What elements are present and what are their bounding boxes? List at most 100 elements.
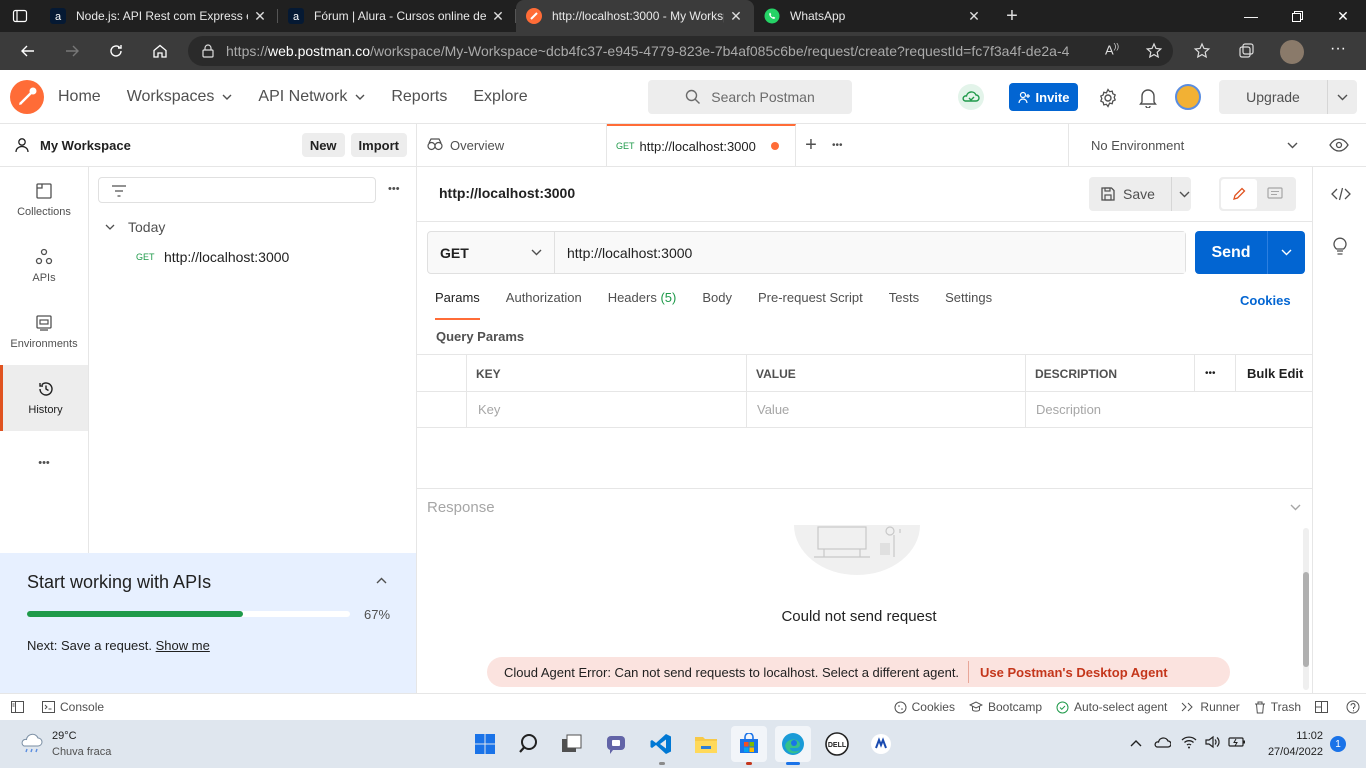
eye-icon[interactable] <box>1329 138 1349 152</box>
filter-input[interactable] <box>98 177 376 203</box>
tab-authorization[interactable]: Authorization <box>506 290 582 320</box>
onedrive-icon[interactable] <box>1153 736 1171 748</box>
chevron-up-icon[interactable] <box>376 577 387 584</box>
browser-menu-icon[interactable]: ··· <box>1330 40 1346 58</box>
battery-icon[interactable] <box>1228 736 1246 748</box>
sidebar-item-history[interactable]: History <box>0 365 88 431</box>
browser-tab[interactable]: a Fórum | Alura - Cursos online de tecno… <box>278 0 516 32</box>
new-button[interactable]: New <box>301 133 345 157</box>
close-icon[interactable]: ✕ <box>728 8 744 25</box>
store-icon[interactable] <box>731 726 767 762</box>
show-me-link[interactable]: Show me <box>156 638 210 653</box>
history-item[interactable]: GET http://localhost:3000 <box>136 249 289 265</box>
help-icon[interactable] <box>1346 700 1360 714</box>
new-tab-button[interactable]: + <box>992 5 1032 28</box>
environment-select[interactable]: No Environment <box>1068 124 1312 167</box>
search-input[interactable]: Search Postman <box>648 80 852 114</box>
console-button[interactable]: Console <box>42 700 104 714</box>
tab-body[interactable]: Body <box>702 290 732 320</box>
collections-browser-icon[interactable] <box>1237 42 1255 60</box>
wifi-icon[interactable] <box>1181 735 1197 749</box>
edit-pencil-icon[interactable] <box>1221 179 1257 209</box>
read-aloud-icon[interactable]: A)) <box>1105 42 1119 57</box>
add-tab-button[interactable]: + <box>800 124 822 167</box>
profile-avatar[interactable] <box>1280 40 1304 64</box>
code-icon[interactable] <box>1331 187 1351 201</box>
tab-actions-icon[interactable] <box>0 0 40 32</box>
use-desktop-agent-link[interactable]: Use Postman's Desktop Agent <box>969 665 1168 680</box>
dell-icon[interactable]: DELL <box>819 726 855 762</box>
favorites-icon[interactable] <box>1193 42 1211 60</box>
upgrade-button[interactable]: Upgrade <box>1219 80 1357 114</box>
clock-time[interactable]: 11:02 <box>1260 730 1323 742</box>
refresh-icon[interactable] <box>94 32 138 70</box>
tab-tests[interactable]: Tests <box>889 290 919 320</box>
bell-icon[interactable] <box>1139 88 1157 108</box>
close-icon[interactable]: ✕ <box>966 8 982 25</box>
url-input[interactable] <box>555 232 1185 273</box>
close-icon[interactable]: ✕ <box>252 8 268 25</box>
sidebar-item-collections[interactable]: Collections <box>0 167 88 233</box>
tab-overview[interactable]: Overview <box>417 123 607 167</box>
browser-tab[interactable]: WhatsApp ✕ <box>754 0 992 32</box>
chevron-down-icon[interactable] <box>1290 504 1301 511</box>
weather-icon[interactable] <box>18 732 44 754</box>
save-button[interactable]: Save <box>1089 177 1191 211</box>
clock-date[interactable]: 27/04/2022 <box>1250 746 1323 758</box>
sidebar-toggle-icon[interactable] <box>11 701 24 713</box>
nav-explore[interactable]: Explore <box>473 88 527 106</box>
user-avatar[interactable] <box>1175 84 1201 110</box>
nav-home[interactable]: Home <box>58 88 101 106</box>
chevron-up-icon[interactable] <box>1130 739 1142 747</box>
method-select[interactable]: GET <box>428 232 555 273</box>
sidebar-more-icon[interactable]: ••• <box>0 431 88 495</box>
history-more-icon[interactable]: ••• <box>388 183 400 195</box>
columns-more-icon[interactable]: ••• <box>1195 355 1216 392</box>
browser-tab-active[interactable]: http://localhost:3000 - My Workspace ✕ <box>516 0 754 32</box>
cookies-button[interactable]: Cookies <box>894 700 955 714</box>
import-button[interactable]: Import <box>350 133 407 157</box>
tab-params[interactable]: Params <box>435 290 480 320</box>
scrollbar-thumb[interactable] <box>1303 572 1309 667</box>
sidebar-item-apis[interactable]: APIs <box>0 233 88 299</box>
forward-icon[interactable] <box>50 32 94 70</box>
app-icon[interactable] <box>863 726 899 762</box>
workspace-name[interactable]: My Workspace <box>40 138 302 153</box>
comment-icon[interactable] <box>1257 179 1293 209</box>
history-group-today[interactable]: Today <box>105 219 165 235</box>
postman-logo-icon[interactable] <box>10 79 44 114</box>
tab-request-active[interactable]: GET http://localhost:3000 <box>607 123 796 167</box>
teams-chat-icon[interactable] <box>599 726 635 762</box>
tabs-more-icon[interactable]: ••• <box>832 124 843 167</box>
favorite-add-icon[interactable] <box>1145 42 1163 60</box>
description-input[interactable]: Description <box>1026 391 1306 428</box>
agent-select-button[interactable]: Auto-select agent <box>1056 700 1167 714</box>
notification-badge[interactable]: 1 <box>1330 736 1346 752</box>
back-icon[interactable] <box>6 32 50 70</box>
trash-button[interactable]: Trash <box>1254 700 1301 714</box>
taskbar-search-icon[interactable] <box>512 726 548 762</box>
nav-reports[interactable]: Reports <box>391 88 447 106</box>
home-icon[interactable] <box>138 32 182 70</box>
two-pane-icon[interactable] <box>1315 701 1328 713</box>
minimize-icon[interactable]: — <box>1228 0 1274 32</box>
tab-settings[interactable]: Settings <box>945 290 992 320</box>
restore-icon[interactable] <box>1274 0 1320 32</box>
cloud-sync-icon[interactable] <box>957 84 985 110</box>
send-button[interactable]: Send <box>1195 231 1305 274</box>
file-explorer-icon[interactable] <box>688 726 724 762</box>
settings-icon[interactable] <box>1098 88 1118 108</box>
invite-button[interactable]: Invite <box>1009 83 1078 111</box>
lightbulb-icon[interactable] <box>1332 237 1348 257</box>
bulk-edit-button[interactable]: Bulk Edit <box>1237 355 1303 392</box>
edge-icon[interactable] <box>775 726 811 762</box>
volume-icon[interactable] <box>1205 735 1221 749</box>
close-window-icon[interactable]: ✕ <box>1320 0 1366 32</box>
cookies-link[interactable]: Cookies <box>1240 293 1291 308</box>
tab-pre-request-script[interactable]: Pre-request Script <box>758 290 863 320</box>
vscode-icon[interactable] <box>643 726 679 762</box>
task-view-icon[interactable] <box>554 726 590 762</box>
nav-workspaces[interactable]: Workspaces <box>127 88 233 106</box>
value-input[interactable]: Value <box>747 391 1023 428</box>
tab-headers[interactable]: Headers (5) <box>608 290 677 320</box>
